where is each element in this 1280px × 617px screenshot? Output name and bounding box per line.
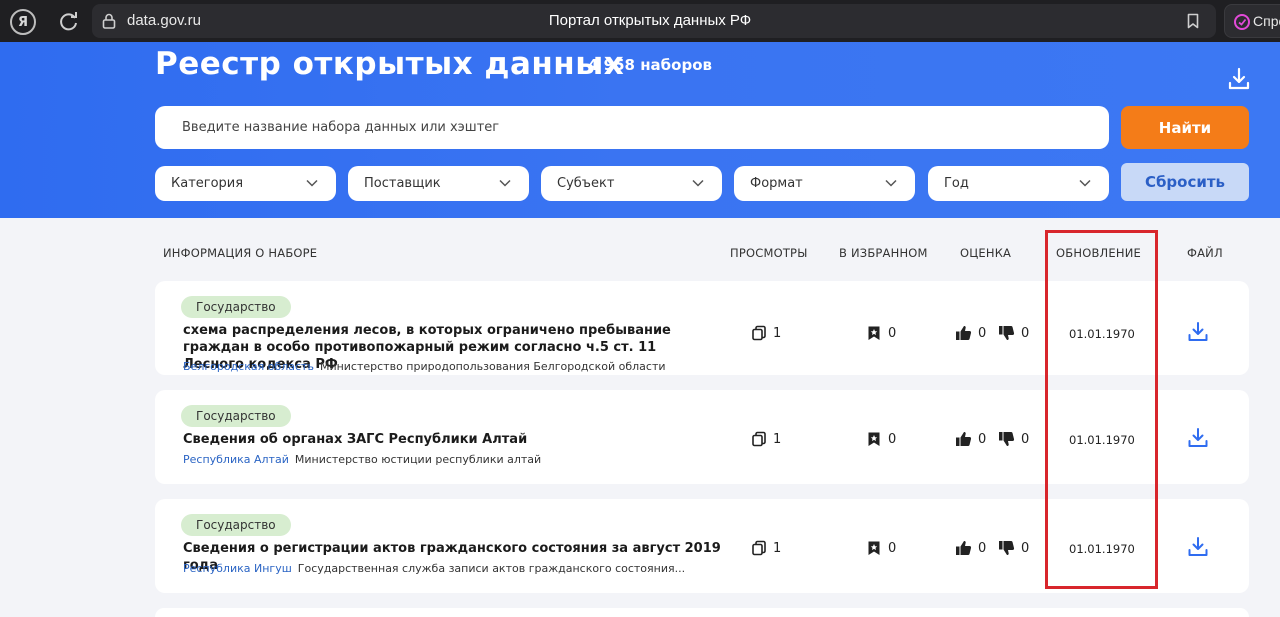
chevron-down-icon (499, 179, 511, 187)
thumbs-up-icon[interactable] (955, 431, 972, 447)
likes-value: 0 (978, 540, 987, 556)
views-value: 1 (773, 431, 782, 447)
dataset-meta: Республика Ингуш Государственная служба з… (183, 562, 685, 575)
dataset-meta: Республика Алтай Министерство юстиции рес… (183, 453, 541, 466)
favorites-value: 0 (888, 325, 897, 341)
filter-subject[interactable]: Субъект (541, 166, 722, 201)
dislikes-count: 0 (998, 540, 1029, 556)
dataset-meta: Белгородская область Министерство природо… (183, 360, 666, 373)
bookmark-icon[interactable] (1184, 12, 1202, 30)
assistant-icon (1234, 14, 1250, 30)
likes-count: 0 (955, 325, 986, 341)
column-header-favorites[interactable]: В ИЗБРАННОМ (839, 246, 928, 260)
category-tag[interactable]: Государство (181, 296, 291, 318)
category-tag[interactable]: Государство (181, 514, 291, 536)
chevron-down-icon (1079, 179, 1091, 187)
region-link[interactable]: Республика Алтай (183, 453, 289, 466)
favorites-count: 0 (866, 540, 896, 556)
filter-year[interactable]: Год (928, 166, 1109, 201)
organization: Государственная служба записи актов граж… (297, 562, 686, 575)
likes-value: 0 (978, 325, 987, 341)
dislikes-value: 0 (1021, 325, 1030, 341)
search-input[interactable] (155, 106, 1109, 149)
bookmark-star-icon[interactable] (866, 325, 882, 341)
filter-label: Формат (750, 176, 803, 191)
filter-label: Поставщик (364, 176, 441, 191)
column-header-rating[interactable]: ОЦЕНКА (960, 246, 1011, 260)
address-bar[interactable]: data.gov.ru Портал открытых данных РФ (92, 4, 1216, 38)
tab-page-title: Портал открытых данных РФ (548, 12, 752, 29)
chevron-down-icon (885, 179, 897, 187)
download-icon[interactable] (1226, 66, 1252, 92)
region-link[interactable]: Республика Ингуш (183, 562, 292, 575)
table-row[interactable] (155, 608, 1249, 617)
copy-icon (752, 431, 766, 447)
search-box (155, 106, 1109, 149)
filter-label: Год (944, 176, 969, 191)
chevron-down-icon (306, 179, 318, 187)
copy-icon (752, 325, 766, 341)
registry-header: Реестр открытых данных 4 958 наборов Най… (0, 42, 1280, 218)
favorites-count: 0 (866, 431, 896, 447)
extension-label: Спро (1253, 13, 1280, 29)
thumbs-down-icon[interactable] (998, 325, 1015, 341)
region-link[interactable]: Белгородская область (183, 360, 314, 373)
yandex-logo-icon[interactable]: Я (10, 9, 36, 35)
chevron-down-icon (692, 179, 704, 187)
views-count: 1 (751, 431, 781, 447)
reset-button[interactable]: Сбросить (1121, 163, 1249, 201)
dataset-title[interactable]: Сведения об органах ЗАГС Республики Алта… (183, 431, 703, 448)
dislikes-value: 0 (1021, 540, 1030, 556)
column-header-views[interactable]: ПРОСМОТРЫ (730, 246, 808, 260)
filter-category[interactable]: Категория (155, 166, 336, 201)
thumbs-up-icon[interactable] (955, 540, 972, 556)
bookmark-star-icon[interactable] (866, 540, 882, 556)
find-button[interactable]: Найти (1121, 106, 1249, 149)
filter-format[interactable]: Формат (734, 166, 915, 201)
views-value: 1 (773, 325, 782, 341)
dislikes-count: 0 (998, 325, 1029, 341)
browser-toolbar: Я data.gov.ru Портал открытых данных РФ … (0, 0, 1280, 42)
download-icon[interactable] (1187, 536, 1209, 558)
column-header-info: ИНФОРМАЦИЯ О НАБОРЕ (163, 246, 318, 260)
organization: Министерство природопользования Белгород… (319, 360, 666, 373)
filter-provider[interactable]: Поставщик (348, 166, 529, 201)
thumbs-down-icon[interactable] (998, 540, 1015, 556)
bookmark-star-icon[interactable] (866, 431, 882, 447)
favorites-count: 0 (866, 325, 896, 341)
dislikes-value: 0 (1021, 431, 1030, 447)
thumbs-down-icon[interactable] (998, 431, 1015, 447)
download-icon[interactable] (1187, 427, 1209, 449)
likes-count: 0 (955, 540, 986, 556)
highlight-box (1045, 230, 1158, 589)
favorites-value: 0 (888, 540, 897, 556)
page-title: Реестр открытых данных (155, 46, 625, 82)
dataset-count: 4 958 наборов (588, 56, 712, 74)
download-icon[interactable] (1187, 321, 1209, 343)
favorites-value: 0 (888, 431, 897, 447)
likes-value: 0 (978, 431, 987, 447)
reload-icon[interactable] (56, 9, 82, 35)
views-value: 1 (773, 540, 782, 556)
copy-icon (752, 540, 766, 556)
organization: Министерство юстиции республики алтай (294, 453, 542, 466)
views-count: 1 (751, 325, 781, 341)
filter-label: Субъект (557, 176, 615, 191)
filter-label: Категория (171, 176, 244, 191)
likes-count: 0 (955, 431, 986, 447)
views-count: 1 (751, 540, 781, 556)
column-header-file: ФАЙЛ (1187, 246, 1223, 260)
thumbs-up-icon[interactable] (955, 325, 972, 341)
dislikes-count: 0 (998, 431, 1029, 447)
category-tag[interactable]: Государство (181, 405, 291, 427)
extension-button[interactable]: Спро (1224, 4, 1280, 38)
